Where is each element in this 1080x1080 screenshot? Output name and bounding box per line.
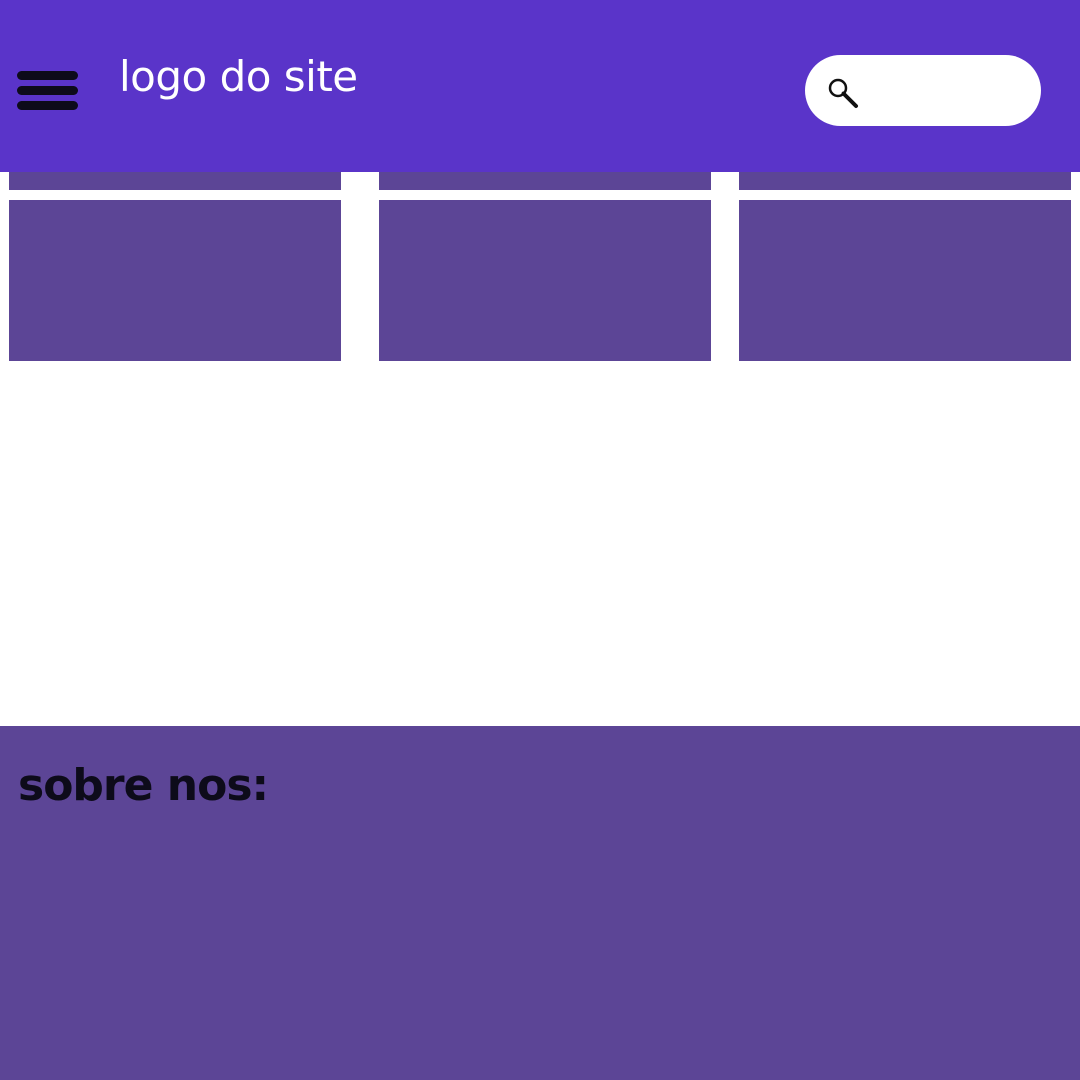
site-logo[interactable]: logo do site [119,52,358,102]
card-1-top-strip [9,172,341,190]
content-card[interactable] [379,200,711,361]
hamburger-menu-icon[interactable] [17,71,78,111]
search-box[interactable] [805,55,1041,126]
site-header: logo do site [0,0,1080,172]
menu-bar [17,71,78,80]
search-input[interactable] [869,67,1029,114]
menu-bar [17,86,78,95]
content-card[interactable] [739,200,1071,361]
page: logo do site sobre nos: [0,0,1080,1080]
menu-bar [17,101,78,110]
about-title: sobre nos: [18,760,269,811]
card-2-top-strip [379,172,711,190]
card-3-top-strip [739,172,1071,190]
about-footer: sobre nos: [0,726,1080,1080]
search-icon[interactable] [827,77,861,109]
content-card[interactable] [9,200,341,361]
